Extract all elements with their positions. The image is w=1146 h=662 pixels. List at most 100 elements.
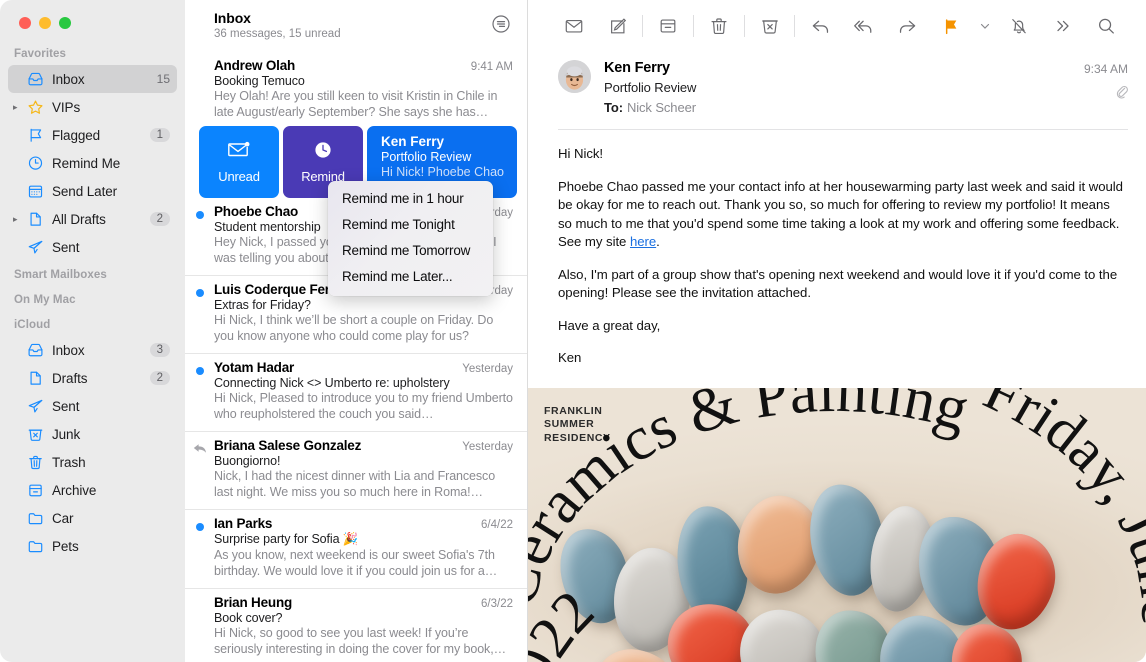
unread-dot-icon <box>196 367 204 375</box>
filter-icon[interactable] <box>489 12 513 36</box>
mark-unread-button[interactable] <box>552 11 596 41</box>
sidebar-item-badge: 15 <box>156 72 170 86</box>
message-subject: Book cover? <box>214 611 283 625</box>
sidebar-item-label: Junk <box>52 426 81 442</box>
flag-button[interactable] <box>930 11 974 41</box>
sidebar-item-sent[interactable]: Sent <box>8 233 177 261</box>
list-item[interactable]: Ian Parks 6/4/22 Surprise party for Sofi… <box>185 510 527 589</box>
poster-arc-text: Ceramics & Painting Friday, June 022 <box>528 388 1146 662</box>
sidebar-item-trash[interactable]: Trash <box>8 448 177 476</box>
minimize-button[interactable] <box>39 17 51 29</box>
paperclip-icon[interactable] <box>1038 84 1128 99</box>
sidebar-item-car[interactable]: Car <box>8 504 177 532</box>
sidebar-item-badge: 2 <box>149 212 170 226</box>
sidebar-item-inbox[interactable]: Inbox 3 <box>8 336 177 364</box>
close-button[interactable] <box>19 17 31 29</box>
junk-icon <box>26 426 45 443</box>
remind-context-menu[interactable]: Remind me in 1 hour Remind me Tonight Remi… <box>328 181 493 296</box>
list-item[interactable]: Briana Salese Gonzalez Yesterday Buongio… <box>185 432 527 510</box>
swipe-unread-button[interactable]: Unread <box>199 126 279 198</box>
inbox-icon <box>26 342 45 359</box>
junk-button[interactable] <box>748 11 792 41</box>
list-item-top: Ian Parks 6/4/22 <box>214 516 513 531</box>
sidebar-item-label: VIPs <box>52 99 81 115</box>
message-subject: Surprise party for Sofia 🎉 <box>214 532 359 546</box>
calendar-icon <box>26 183 45 200</box>
archive-icon <box>26 482 45 499</box>
body-signature: Ken <box>558 350 582 365</box>
sidebar-item-label: Inbox <box>52 342 85 358</box>
sidebar-item-badge: 2 <box>149 371 170 385</box>
forward-button[interactable] <box>886 11 930 41</box>
clock-icon <box>26 155 45 172</box>
menu-item-remind-3[interactable]: Remind me Later... <box>328 264 493 290</box>
document-icon <box>26 211 45 228</box>
sidebar-item-send-later[interactable]: Send Later <box>8 177 177 205</box>
paper-plane-icon <box>26 239 45 256</box>
list-item-top: Briana Salese Gonzalez Yesterday <box>214 438 513 453</box>
message-preview: As you know, next weekend is our sweet S… <box>214 548 498 578</box>
sidebar-item-sent[interactable]: Sent <box>8 392 177 420</box>
sidebar-item-remind-me[interactable]: Remind Me <box>8 149 177 177</box>
message-date: 6/4/22 <box>481 519 513 531</box>
sidebar-item-pets[interactable]: Pets <box>8 532 177 560</box>
message-date: Yesterday <box>462 363 513 375</box>
sidebar-section-header: iCloud <box>14 319 51 331</box>
mail-window: Favorites Inbox 15 ▸ VIPs Flagged 1 Remind Me … <box>0 0 1146 662</box>
message-subject: Buongiorno! <box>214 454 281 468</box>
chevron-right-icon[interactable]: ▸ <box>13 102 18 112</box>
list-item[interactable]: Yotam Hadar Yesterday Connecting Nick <>… <box>185 354 527 432</box>
chevron-right-icon[interactable]: ▸ <box>13 214 18 224</box>
attachment-preview[interactable]: FRANKLIN SUMMER RESIDENCY amics & Painti… <box>528 387 1146 662</box>
sidebar-item-all-drafts[interactable]: ▸ All Drafts 2 <box>8 205 177 233</box>
menu-item-remind-2[interactable]: Remind me Tomorrow <box>328 238 493 264</box>
reply-all-button[interactable] <box>842 11 886 41</box>
folder-icon <box>26 538 45 555</box>
reply-button[interactable] <box>798 11 842 41</box>
inbox-icon <box>26 71 45 88</box>
to-label: To: <box>604 100 623 115</box>
zoom-button[interactable] <box>59 17 71 29</box>
message-preview: Nick, I had the nicest dinner with Lia a… <box>214 469 496 499</box>
toolbar-divider <box>743 15 745 37</box>
message-list-header: Inbox 36 messages, 15 unread <box>185 0 527 52</box>
message-preview: Hi Nick, so good to see you last week! I… <box>214 626 506 656</box>
unread-dot-icon <box>196 523 204 531</box>
delete-button[interactable] <box>697 11 741 41</box>
list-item[interactable]: Andrew Olah 9:41 AM Booking Temuco Hey O… <box>185 52 527 124</box>
sidebar-item-junk[interactable]: Junk <box>8 420 177 448</box>
to-value[interactable]: Nick Scheer <box>627 100 696 115</box>
list-item-top: Brian Heung 6/3/22 <box>214 595 513 610</box>
mute-button[interactable] <box>997 11 1041 41</box>
portfolio-link[interactable]: here <box>630 234 656 249</box>
menu-item-remind-0[interactable]: Remind me in 1 hour <box>328 186 493 212</box>
chevron-down-icon[interactable] <box>973 11 997 41</box>
sidebar-item-flagged[interactable]: Flagged 1 <box>8 121 177 149</box>
star-icon <box>26 99 45 116</box>
list-item[interactable]: Brian Heung 6/3/22 Book cover? Hi Nick, … <box>185 589 527 662</box>
body-p1-tail: . <box>656 234 660 249</box>
clock-icon <box>314 141 332 164</box>
more-button[interactable] <box>1041 11 1085 41</box>
sidebar-item-badge: 3 <box>149 343 170 357</box>
swipe-unread-label: Unread <box>218 168 260 184</box>
message-date: Yesterday <box>462 441 513 453</box>
sidebar-item-drafts[interactable]: Drafts 2 <box>8 364 177 392</box>
compose-button[interactable] <box>596 11 640 41</box>
archive-button[interactable] <box>646 11 690 41</box>
sidebar-item-label: Pets <box>52 538 79 554</box>
sidebar-item-vips[interactable]: ▸ VIPs <box>8 93 177 121</box>
sender-name: Andrew Olah <box>214 58 296 73</box>
document-icon <box>26 370 45 387</box>
menu-item-remind-1[interactable]: Remind me Tonight <box>328 212 493 238</box>
message-subject: Booking Temuco <box>214 74 305 88</box>
sidebar-item-archive[interactable]: Archive <box>8 476 177 504</box>
poster-title: Ceramics & Painting <box>528 388 976 612</box>
message-date: 6/3/22 <box>481 598 513 610</box>
page-title: Inbox <box>214 10 251 26</box>
sidebar-item-badge: 1 <box>149 128 170 142</box>
sidebar-item-inbox[interactable]: Inbox 15 <box>8 65 177 93</box>
search-button[interactable] <box>1084 11 1128 41</box>
sidebar-item-label: Flagged <box>52 127 101 143</box>
sender-name: Yotam Hadar <box>214 360 295 375</box>
